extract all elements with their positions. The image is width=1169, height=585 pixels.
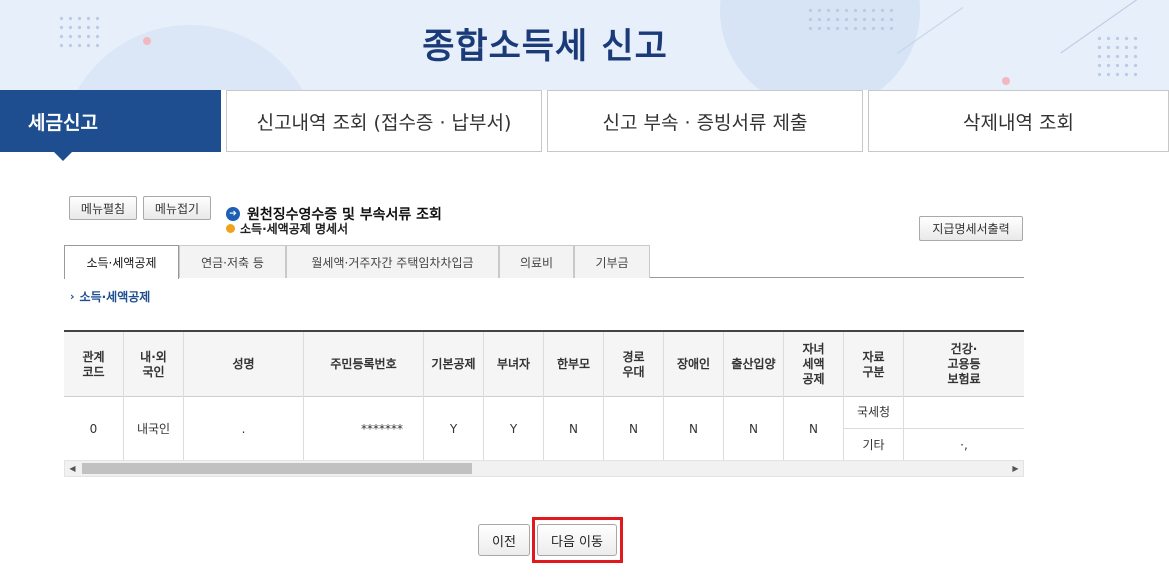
tab-tax-filing[interactable]: 세금신고 xyxy=(0,90,221,161)
deduction-table: 관계 코드 내·외 국인 성명 주민등록번호 기본공제 부녀자 한부모 경로 우… xyxy=(64,330,1024,480)
cell-insurance-nts xyxy=(904,397,1024,429)
cell-disabled: N xyxy=(664,397,724,461)
th-senior: 경로 우대 xyxy=(604,332,664,397)
subtab-income-deduction[interactable]: 소득·세액공제 xyxy=(64,245,179,279)
cell-resident-no: ******* xyxy=(304,397,424,461)
th-name: 성명 xyxy=(184,332,304,397)
th-child-credit: 자녀 세액 공제 xyxy=(784,332,844,397)
cell-birth-adopt: N xyxy=(724,397,784,461)
chevron-right-icon: › xyxy=(70,290,75,303)
cell-source-other: 기타 xyxy=(844,429,904,461)
cell-child-credit: N xyxy=(784,397,844,461)
table-header: 관계 코드 내·외 국인 성명 주민등록번호 기본공제 부녀자 한부모 경로 우… xyxy=(64,332,1024,397)
page-banner: 종합소득세 신고 xyxy=(0,0,1169,90)
prev-button[interactable]: 이전 xyxy=(478,524,530,556)
th-insurance: 건강· 고용등 보험료 xyxy=(947,342,981,386)
subtab-pension-savings[interactable]: 연금·저축 등 xyxy=(179,245,286,278)
subtab-medical[interactable]: 의료비 xyxy=(499,245,574,278)
th-birth-adopt: 출산입양 xyxy=(724,332,784,397)
section-label: › 소득·세액공제 xyxy=(70,290,151,304)
table-row: 0 내국인 . ******* Y Y N N N N N 국세청 기타 ·, xyxy=(64,397,1024,461)
th-woman: 부녀자 xyxy=(484,332,544,397)
main-tabs: 세금신고 신고내역 조회 (접수증 · 납부서) 신고 부속 · 증빙서류 제출… xyxy=(0,90,1169,161)
cell-nationality: 내국인 xyxy=(124,397,184,461)
cell-name: . xyxy=(184,397,304,461)
tab-deleted-history[interactable]: 삭제내역 조회 xyxy=(868,90,1169,152)
section-subheading: 소득·세액공제 명세서 xyxy=(226,220,348,237)
cell-senior: N xyxy=(604,397,664,461)
cell-relation-code: 0 xyxy=(64,397,124,461)
cell-woman: Y xyxy=(484,397,544,461)
subheading-title: 소득·세액공제 명세서 xyxy=(240,222,349,236)
print-statement-button[interactable]: 지급명세서출력 xyxy=(919,216,1023,241)
arrow-right-icon: ➔ xyxy=(226,207,240,221)
th-basic: 기본공제 xyxy=(424,332,484,397)
cell-insurance-other: ·, xyxy=(960,437,968,452)
cell-basic: Y xyxy=(424,397,484,461)
next-button-highlight xyxy=(532,517,623,563)
subtab-donation[interactable]: 기부금 xyxy=(574,245,650,278)
horizontal-scrollbar[interactable]: ◀ ▶ xyxy=(64,460,1024,477)
scrollbar-thumb[interactable] xyxy=(82,463,472,474)
th-nationality: 내·외 국인 xyxy=(124,332,184,397)
th-single-parent: 한부모 xyxy=(544,332,604,397)
menu-collapse-button[interactable]: 메뉴접기 xyxy=(143,196,211,220)
tab-submit-documents[interactable]: 신고 부속 · 증빙서류 제출 xyxy=(547,90,863,152)
th-disabled: 장애인 xyxy=(664,332,724,397)
tab-filing-history[interactable]: 신고내역 조회 (접수증 · 납부서) xyxy=(226,90,542,152)
scroll-left-icon[interactable]: ◀ xyxy=(65,461,80,476)
subtab-rent-housing[interactable]: 월세액·거주자간 주택임차차입금 xyxy=(286,245,499,278)
page-title: 종합소득세 신고 xyxy=(422,27,668,67)
bullet-icon xyxy=(226,224,235,233)
scroll-right-icon[interactable]: ▶ xyxy=(1008,461,1023,476)
menu-expand-button[interactable]: 메뉴펼침 xyxy=(69,196,137,220)
sub-tabs: 소득·세액공제 연금·저축 등 월세액·거주자간 주택임차차입금 의료비 기부금 xyxy=(64,245,1024,279)
th-source: 자료 구분 xyxy=(844,332,904,397)
th-relation-code: 관계 코드 xyxy=(64,332,124,397)
cell-source-nts: 국세청 xyxy=(844,397,904,429)
cell-single-parent: N xyxy=(544,397,604,461)
th-resident-no: 주민등록번호 xyxy=(304,332,424,397)
